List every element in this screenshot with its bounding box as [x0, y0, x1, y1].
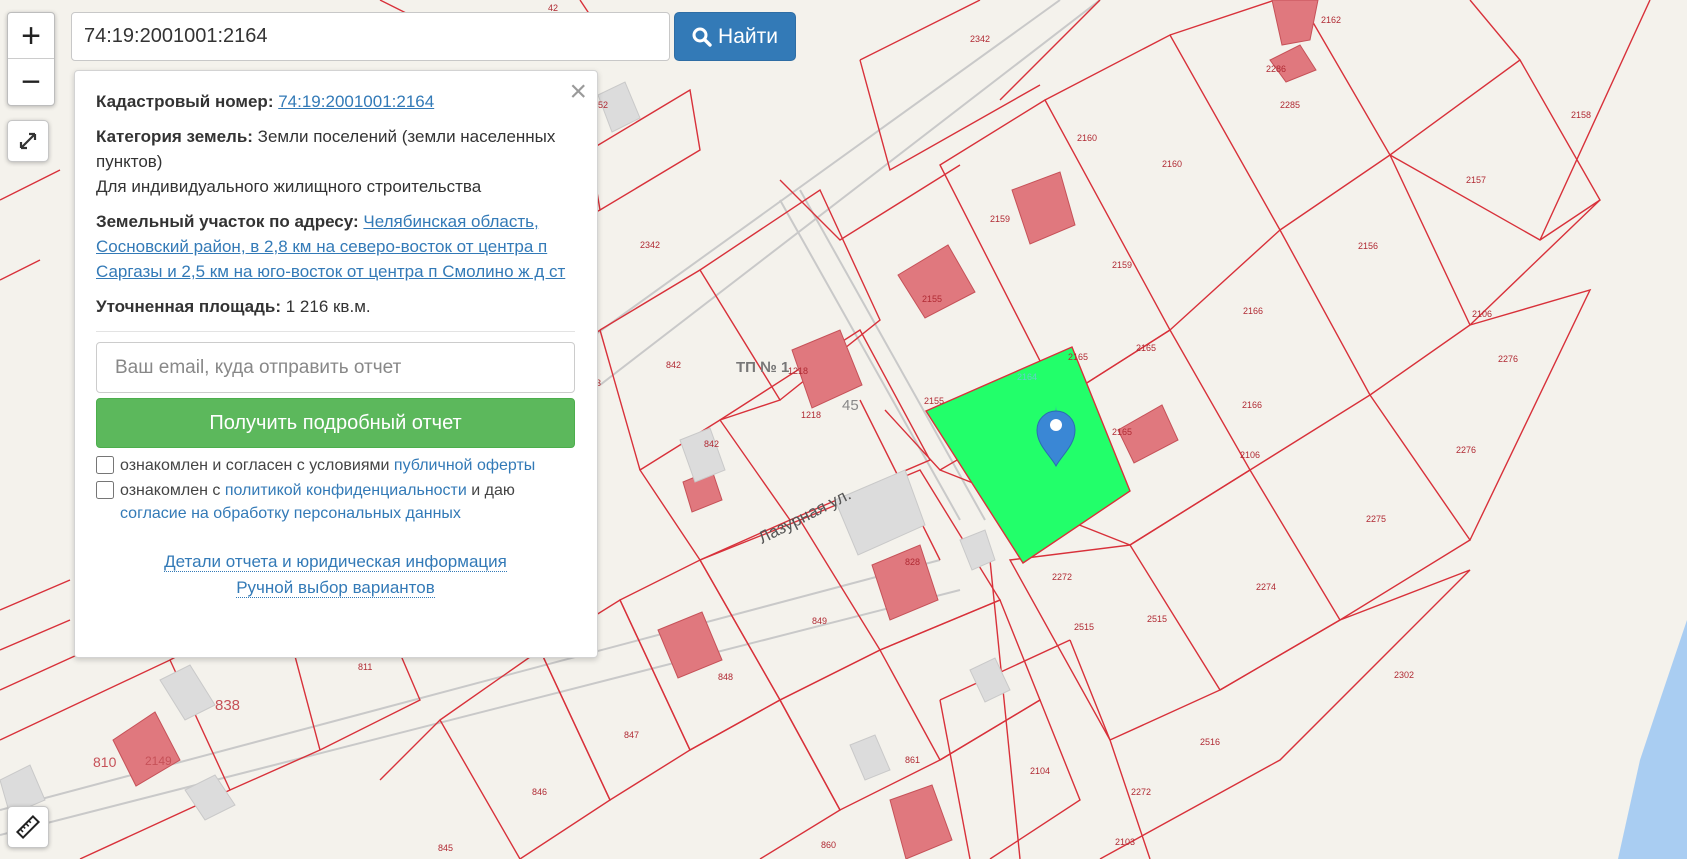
consent-offer: ознакомлен и согласен с условиями публич…: [96, 454, 575, 477]
parcel-label: 828: [905, 557, 920, 567]
parcel-label: 845: [438, 843, 453, 853]
parcel-label: 2515: [1074, 622, 1094, 632]
get-report-button[interactable]: Получить подробный отчет: [96, 398, 575, 448]
parcel-label: 1218: [788, 366, 808, 376]
report-details-link[interactable]: Детали отчета и юридическая информация: [164, 552, 507, 572]
ruler-button[interactable]: [7, 806, 49, 848]
cadastral-label: Кадастровый номер:: [96, 92, 274, 111]
expand-icon: [19, 132, 37, 150]
privacy-checkbox[interactable]: [96, 481, 114, 499]
parcel-label: 2165: [1136, 343, 1156, 353]
parcel-label: 842: [666, 360, 681, 370]
privacy-policy-link[interactable]: политикой конфиденциальности: [225, 482, 467, 499]
parcel-label: 52: [598, 100, 608, 110]
zoom-control: + −: [7, 12, 55, 106]
parcel-label: 2276: [1498, 354, 1518, 364]
parcel-label: 848: [718, 672, 733, 682]
parcel-label: 2160: [1162, 159, 1182, 169]
parcel-label: 2286: [1266, 64, 1286, 74]
parcel-label: 2516: [1200, 737, 1220, 747]
parcel-label: 2166: [1243, 306, 1263, 316]
parcel-label: 2104: [1030, 766, 1050, 776]
zoom-out-button[interactable]: −: [8, 59, 54, 104]
parcel-label: 849: [812, 616, 827, 626]
parcel-label: 2165: [1068, 352, 1088, 362]
parcel-label: 2157: [1466, 175, 1486, 185]
parcel-info-panel: × Кадастровый номер: 74:19:2001001:2164 …: [74, 70, 598, 658]
parcel-label: 2166: [1242, 400, 1262, 410]
parcel-label: 2285: [1280, 100, 1300, 110]
area-row: Уточненная площадь: 1 216 кв.м.: [96, 294, 575, 319]
consent-privacy: ознакомлен с политикой конфиденциальност…: [96, 479, 575, 525]
parcel-label: 45: [842, 397, 859, 414]
address-row: Земельный участок по адресу: Челябинская…: [96, 209, 575, 284]
parcel-label: 842: [704, 439, 719, 449]
parcel-label: 2164: [1017, 372, 1037, 382]
email-field[interactable]: [96, 342, 575, 393]
search-icon: [692, 27, 712, 47]
close-icon[interactable]: ×: [569, 77, 587, 107]
offer-checkbox[interactable]: [96, 456, 114, 474]
parcel-label: 2149: [145, 754, 172, 768]
parcel-label: 1218: [801, 410, 821, 420]
parcel-label: 2272: [1052, 572, 1072, 582]
consent-privacy-text: ознакомлен с политикой конфиденциальност…: [120, 482, 515, 522]
parcel-label: 2106: [1472, 309, 1492, 319]
parcel-label: 2342: [970, 34, 990, 44]
cadastral-link[interactable]: 74:19:2001001:2164: [278, 92, 434, 111]
parcel-label: 2274: [1256, 582, 1276, 592]
tp-label: ТП № 1: [736, 359, 789, 376]
parcel-label: 846: [532, 787, 547, 797]
parcel-label: 2165: [1112, 427, 1132, 437]
parcel-label: 2159: [1112, 260, 1132, 270]
address-label: Земельный участок по адресу:: [96, 212, 359, 231]
parcel-label: 811: [358, 662, 372, 672]
parcel-label: 2160: [1077, 133, 1097, 143]
search-button[interactable]: Найти: [674, 12, 796, 61]
parcel-label: 2106: [1240, 450, 1260, 460]
divider: [96, 331, 575, 332]
manual-selection-link[interactable]: Ручной выбор вариантов: [236, 578, 435, 598]
search-button-label: Найти: [718, 24, 778, 48]
parcel-label: 2276: [1456, 445, 1476, 455]
personal-data-link[interactable]: согласие на обработку персональных данны…: [120, 505, 461, 522]
parcel-label: 2302: [1394, 670, 1414, 680]
consent-offer-text: ознакомлен и согласен с условиями публич…: [120, 457, 536, 474]
category-label: Категория земель:: [96, 127, 253, 146]
fullscreen-button[interactable]: [7, 120, 49, 162]
parcel-label: 2103: [1115, 837, 1135, 847]
ruler-icon: [15, 814, 41, 840]
area-label: Уточненная площадь:: [96, 297, 281, 316]
cadastral-row: Кадастровый номер: 74:19:2001001:2164: [96, 89, 575, 114]
parcel-label: 838: [215, 697, 240, 714]
parcel-label: 810: [93, 754, 117, 770]
category-row: Категория земель: Земли поселений (земли…: [96, 124, 575, 199]
parcel-label: 2155: [922, 294, 942, 304]
parcel-label: 847: [624, 730, 639, 740]
search-input[interactable]: [71, 12, 670, 61]
public-offer-link[interactable]: публичной оферты: [394, 457, 535, 474]
parcel-label: 2155: [924, 396, 944, 406]
parcel-label: 2156: [1358, 241, 1378, 251]
parcel-label: 2515: [1147, 614, 1167, 624]
parcel-label: 2275: [1366, 514, 1386, 524]
area-value: 1 216 кв.м.: [285, 297, 371, 316]
parcel-label: 2162: [1321, 15, 1341, 25]
parcel-label: 861: [905, 755, 920, 765]
parcel-label: 2272: [1131, 787, 1151, 797]
zoom-in-button[interactable]: +: [8, 13, 54, 59]
parcel-label: 2342: [640, 240, 660, 250]
usage-value: Для индивидуального жилищного строительс…: [96, 177, 482, 196]
panel-links: Детали отчета и юридическая информация Р…: [96, 549, 575, 601]
parcel-label: 2158: [1571, 110, 1591, 120]
parcel-label: 2159: [990, 214, 1010, 224]
parcel-label: 860: [821, 840, 836, 850]
